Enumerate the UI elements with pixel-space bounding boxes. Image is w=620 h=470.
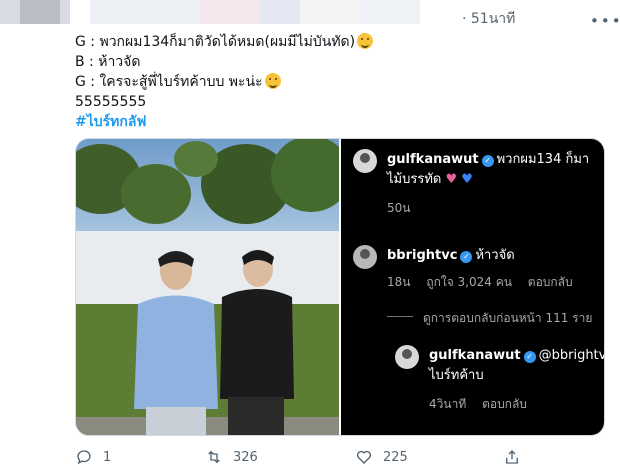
tweet-action-bar: 1 326 225: [75, 448, 605, 470]
reply-divider: [387, 316, 413, 317]
more-options-button[interactable]: •••: [590, 12, 620, 30]
laughing-tears-emoji-icon: [264, 73, 281, 89]
heart-icon: [356, 450, 372, 464]
comment-meta: 4วินาที ตอบกลับ: [429, 395, 539, 414]
comment-text: @bbrightv: [538, 348, 605, 363]
comment-text: พวกผม134 ก็มา: [496, 152, 590, 167]
retweet-count: 326: [233, 449, 258, 465]
comment-line: gulfkanawut ✓ @bbrightv: [429, 347, 605, 365]
comment-username: gulfkanawut: [387, 152, 479, 167]
avatar: [353, 149, 377, 173]
comment-likes: ถูกใจ 3,024 คน: [426, 275, 512, 289]
laughing-emoji-icon: [357, 33, 374, 49]
avatar: [353, 245, 377, 269]
blue-heart-icon: ♥: [461, 172, 473, 187]
comment-line: ไม้บรรทัด ♥ ♥: [387, 171, 473, 189]
comment-reply-link: ตอบกลับ: [482, 397, 527, 411]
like-count: 225: [383, 449, 408, 465]
comment-text: ไบร์ทค้าบ: [429, 368, 484, 383]
tweet-timestamp[interactable]: · 51นาที: [462, 8, 515, 30]
comment-meta: 18น ถูกใจ 3,024 คน ตอบกลับ: [387, 273, 585, 292]
comment-line: bbrightvc ✓ ห้าวจัด: [387, 247, 515, 265]
tweet-media[interactable]: gulfkanawut ✓ พวกผม134 ก็มา ไม้บรรทัด ♥ ♥ …: [75, 138, 605, 436]
comment-text: ห้าวจัด: [475, 248, 515, 263]
comment-reply-link: ตอบกลับ: [527, 275, 573, 289]
tweet-line-text: G : พวกผม134ก็มาติวัดได้หมด(ผมมีไม่บันทั…: [75, 34, 356, 50]
verified-badge-icon: ✓: [481, 155, 494, 167]
photo-two-people[interactable]: [76, 139, 339, 435]
trees-illustration: [76, 139, 339, 224]
comment-username: bbrightvc: [387, 248, 458, 263]
tweet-line: B : ห้าวจัด: [75, 54, 141, 70]
comment-username: gulfkanawut: [429, 348, 521, 363]
reply-icon: [77, 450, 91, 465]
comment-meta: 50น: [387, 199, 422, 218]
share-button[interactable]: [503, 448, 531, 466]
comment-text: ไม้บรรทัด: [387, 172, 442, 187]
pink-heart-icon: ♥: [445, 172, 458, 187]
comment-line: gulfkanawut ✓ พวกผม134 ก็มา: [387, 151, 589, 169]
reply-count: 1: [103, 449, 112, 465]
hashtag-link[interactable]: #ไบร์ทกลัฟ: [75, 112, 373, 132]
verified-badge-icon: ✓: [523, 351, 536, 363]
tweet-line: G : พวกผม134ก็มาติวัดได้หมด(ผมมีไม่บันทั…: [75, 32, 374, 52]
like-button[interactable]: 225: [355, 448, 408, 466]
tweet-line: 55555555: [75, 94, 147, 110]
tweet-text: G : พวกผม134ก็มาติวัดได้หมด(ผมมีไม่บันทั…: [75, 32, 374, 132]
share-icon: [506, 450, 518, 464]
person-blue-shirt: [134, 251, 218, 435]
reply-button[interactable]: 1: [75, 448, 111, 466]
person-black-sweater: [220, 250, 294, 435]
verified-badge-icon: ✓: [460, 251, 473, 263]
view-replies-link: ดูการตอบกลับก่อนหน้า 111 ราย: [423, 311, 593, 325]
instagram-comments-screenshot: gulfkanawut ✓ พวกผม134 ก็มา ไม้บรรทัด ♥ ♥ …: [341, 139, 605, 435]
avatar: [395, 345, 419, 369]
tweet-line: G : ใครจะสู้พี่ไบร์ทค้าบบ พะน่ะ: [75, 72, 373, 92]
retweet-icon: [208, 450, 220, 464]
redacted-profile-strip: [0, 0, 470, 24]
tweet-line-text: G : ใครจะสู้พี่ไบร์ทค้าบบ พะน่ะ: [75, 74, 263, 90]
comment-time: 4วินาที: [429, 397, 467, 411]
comment-time: 18น: [387, 275, 411, 289]
retweet-button[interactable]: 326: [205, 448, 258, 466]
comment-time: 50น: [387, 201, 411, 215]
